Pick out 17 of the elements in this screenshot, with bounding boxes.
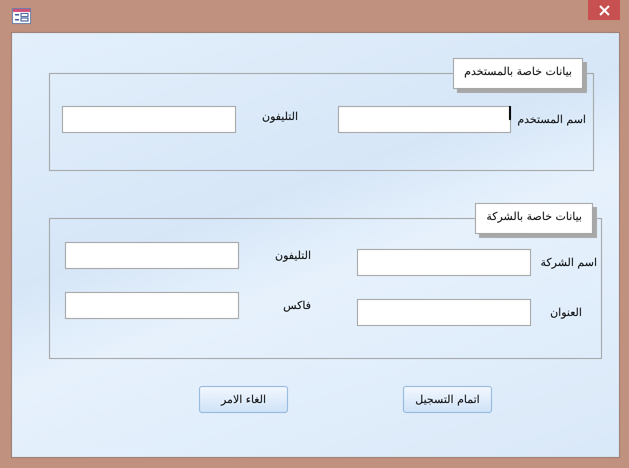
field-label: التليفون [275, 249, 311, 262]
text-field[interactable] [65, 292, 239, 319]
text-field[interactable] [62, 106, 236, 133]
text-field[interactable] [357, 299, 531, 326]
text-field[interactable] [65, 242, 239, 269]
text-field[interactable] [338, 106, 511, 133]
form-icon [12, 8, 31, 24]
field-label: اسم الشركة [539, 256, 597, 269]
close-icon [598, 4, 610, 16]
field-label: اسم المستخدم [516, 113, 586, 126]
text-field[interactable] [357, 249, 531, 276]
form-button[interactable]: الغاء الامر [199, 386, 288, 413]
form-button[interactable]: اتمام التسجيل [403, 386, 492, 413]
field-label: التليفون [261, 110, 298, 123]
close-button[interactable] [588, 0, 620, 20]
field-label: العنوان [549, 306, 583, 319]
field-label: فاكس [282, 299, 311, 312]
